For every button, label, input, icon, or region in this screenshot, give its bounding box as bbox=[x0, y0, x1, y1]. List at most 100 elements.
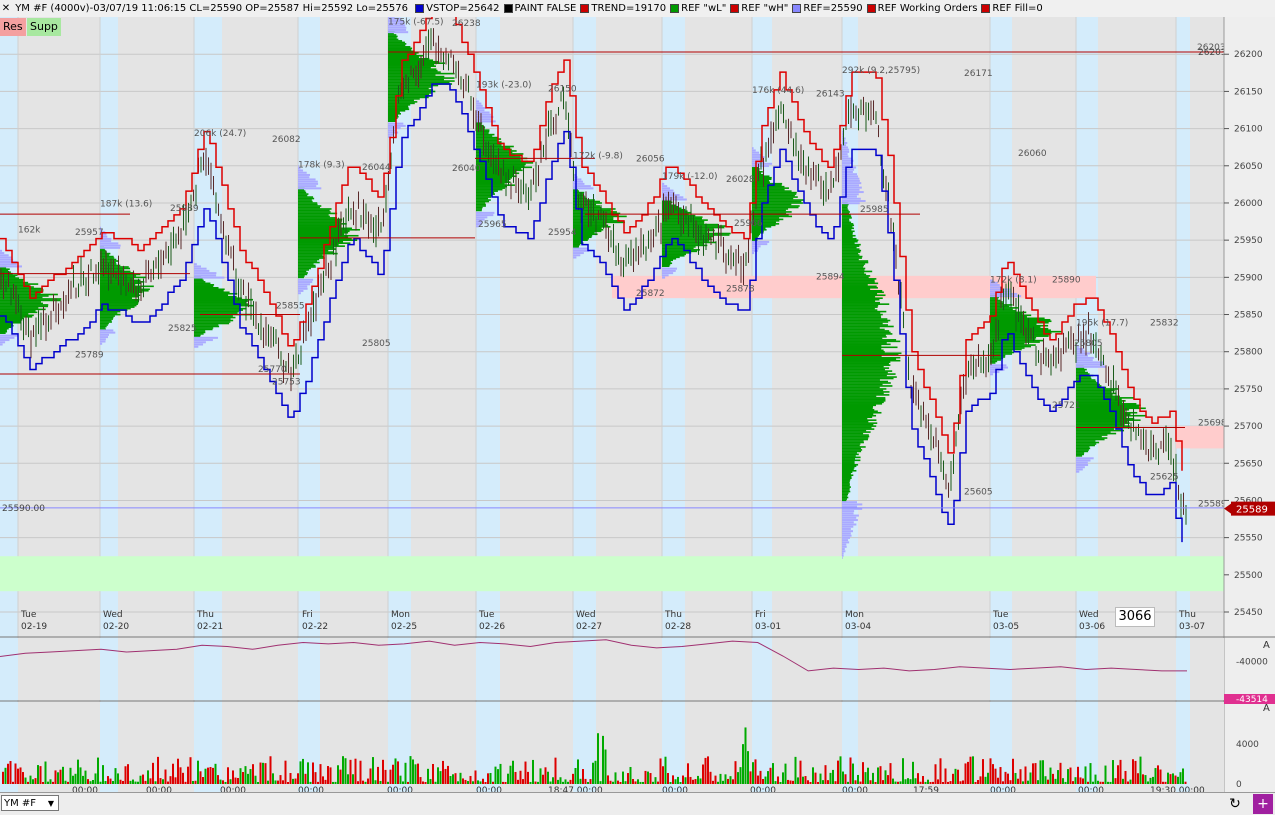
profile-level bbox=[842, 302, 880, 304]
volume-bar bbox=[907, 778, 909, 784]
volume-bar bbox=[752, 762, 754, 784]
volume-bar bbox=[372, 757, 374, 784]
profile-level bbox=[298, 223, 347, 225]
profile-level bbox=[842, 479, 850, 481]
profile-level bbox=[842, 297, 883, 299]
profile-level bbox=[842, 376, 897, 378]
volume-bar bbox=[667, 773, 669, 784]
profile-level bbox=[752, 202, 803, 204]
profile-level bbox=[842, 455, 856, 457]
profile-level bbox=[842, 418, 867, 420]
volume-bar bbox=[60, 770, 62, 784]
profile-level-tail bbox=[842, 546, 847, 548]
volume-bar bbox=[1017, 779, 1019, 784]
profile-level-tail bbox=[752, 149, 756, 151]
volume-bar bbox=[507, 774, 509, 784]
profile-level bbox=[1076, 403, 1136, 405]
volume-bar bbox=[362, 781, 364, 784]
session-volume-label: 206k (24.7) bbox=[194, 129, 246, 139]
volume-bar bbox=[95, 773, 97, 784]
legend-swatch bbox=[504, 4, 513, 13]
volume-bar bbox=[285, 761, 287, 784]
session-day-label: Tue bbox=[478, 610, 495, 620]
session-volume-label: 175k (-67.5) bbox=[388, 17, 444, 27]
profile-level-tail bbox=[1076, 361, 1103, 363]
profile-level bbox=[476, 146, 514, 148]
profile-level bbox=[1076, 378, 1091, 380]
profile-level bbox=[476, 172, 519, 174]
chart-title-bar: ✕ YM #F (4000v)-03/07/19 11:06:15 CL=255… bbox=[0, 0, 1275, 18]
profile-level-tail bbox=[752, 250, 758, 252]
volume-bar bbox=[200, 771, 202, 784]
volume-bar bbox=[250, 769, 252, 784]
add-button[interactable]: + bbox=[1253, 794, 1273, 814]
profile-level bbox=[476, 137, 498, 139]
refresh-button[interactable]: ↻ bbox=[1225, 794, 1245, 814]
volume-bar bbox=[1070, 768, 1072, 784]
profile-level bbox=[388, 40, 402, 42]
volume-bar bbox=[885, 770, 887, 784]
volume-bar bbox=[697, 776, 699, 784]
volume-bar bbox=[102, 765, 104, 784]
profile-level bbox=[842, 439, 868, 441]
profile-level bbox=[842, 434, 869, 436]
volume-bar bbox=[1142, 774, 1144, 784]
profile-level bbox=[298, 262, 320, 264]
profile-level bbox=[990, 307, 1018, 309]
profile-level-tail bbox=[662, 190, 673, 192]
volume-bar bbox=[942, 782, 944, 784]
profile-level bbox=[842, 448, 861, 450]
volume-bar bbox=[1077, 767, 1079, 784]
profile-level bbox=[842, 327, 880, 329]
profile-level-tail bbox=[842, 537, 850, 539]
close-icon[interactable]: ✕ bbox=[0, 0, 12, 17]
volume-bar bbox=[445, 769, 447, 784]
overnight-band bbox=[388, 638, 411, 700]
volume-bar bbox=[50, 779, 52, 784]
profile-level bbox=[100, 305, 136, 307]
volume-bar bbox=[215, 764, 217, 784]
volume-bar bbox=[1107, 782, 1109, 784]
volume-bar bbox=[1132, 759, 1134, 784]
volume-bar bbox=[277, 781, 279, 784]
chart-canvas[interactable]: 2595725789259892582526082257702575325855… bbox=[0, 17, 1275, 792]
profile-level bbox=[990, 317, 1045, 319]
session-day-label: Tue bbox=[20, 610, 37, 620]
profile-level bbox=[842, 406, 873, 408]
profile-level bbox=[298, 268, 311, 270]
profile-level bbox=[990, 356, 1005, 358]
volume-bar bbox=[947, 782, 949, 784]
session-day-label: Wed bbox=[576, 610, 596, 620]
volume-bar bbox=[710, 772, 712, 784]
session-date-label: 02-28 bbox=[665, 622, 691, 632]
profile-level bbox=[990, 341, 1040, 343]
profile-level bbox=[298, 208, 332, 210]
volume-bar bbox=[572, 774, 574, 784]
profile-level bbox=[194, 296, 237, 298]
price-tick-label: 25800 bbox=[1234, 348, 1263, 358]
legend-swatch bbox=[792, 4, 801, 13]
profile-level bbox=[388, 111, 400, 113]
profile-level bbox=[842, 314, 883, 316]
profile-level bbox=[1076, 448, 1090, 450]
profile-level bbox=[388, 65, 436, 67]
legend-swatch bbox=[415, 4, 424, 13]
profile-level bbox=[194, 283, 210, 285]
volume-bar bbox=[1065, 782, 1067, 784]
price-annotation: 25989 bbox=[170, 204, 199, 214]
volume-bar bbox=[150, 778, 152, 784]
profile-level bbox=[573, 238, 589, 240]
profile-level bbox=[194, 315, 233, 317]
profile-level bbox=[1076, 416, 1126, 418]
profile-level bbox=[298, 254, 323, 256]
profile-level bbox=[0, 294, 58, 296]
profile-level bbox=[842, 338, 882, 340]
profile-level bbox=[752, 198, 793, 200]
indicator-scale-mode: A bbox=[1263, 640, 1270, 651]
symbol-select[interactable]: YM #F ▼ bbox=[1, 795, 59, 811]
profile-level bbox=[842, 430, 866, 432]
profile-level bbox=[842, 345, 881, 347]
supp-button[interactable]: Supp bbox=[27, 18, 61, 36]
res-button[interactable]: Res bbox=[0, 18, 26, 36]
volume-bar bbox=[1162, 782, 1164, 784]
